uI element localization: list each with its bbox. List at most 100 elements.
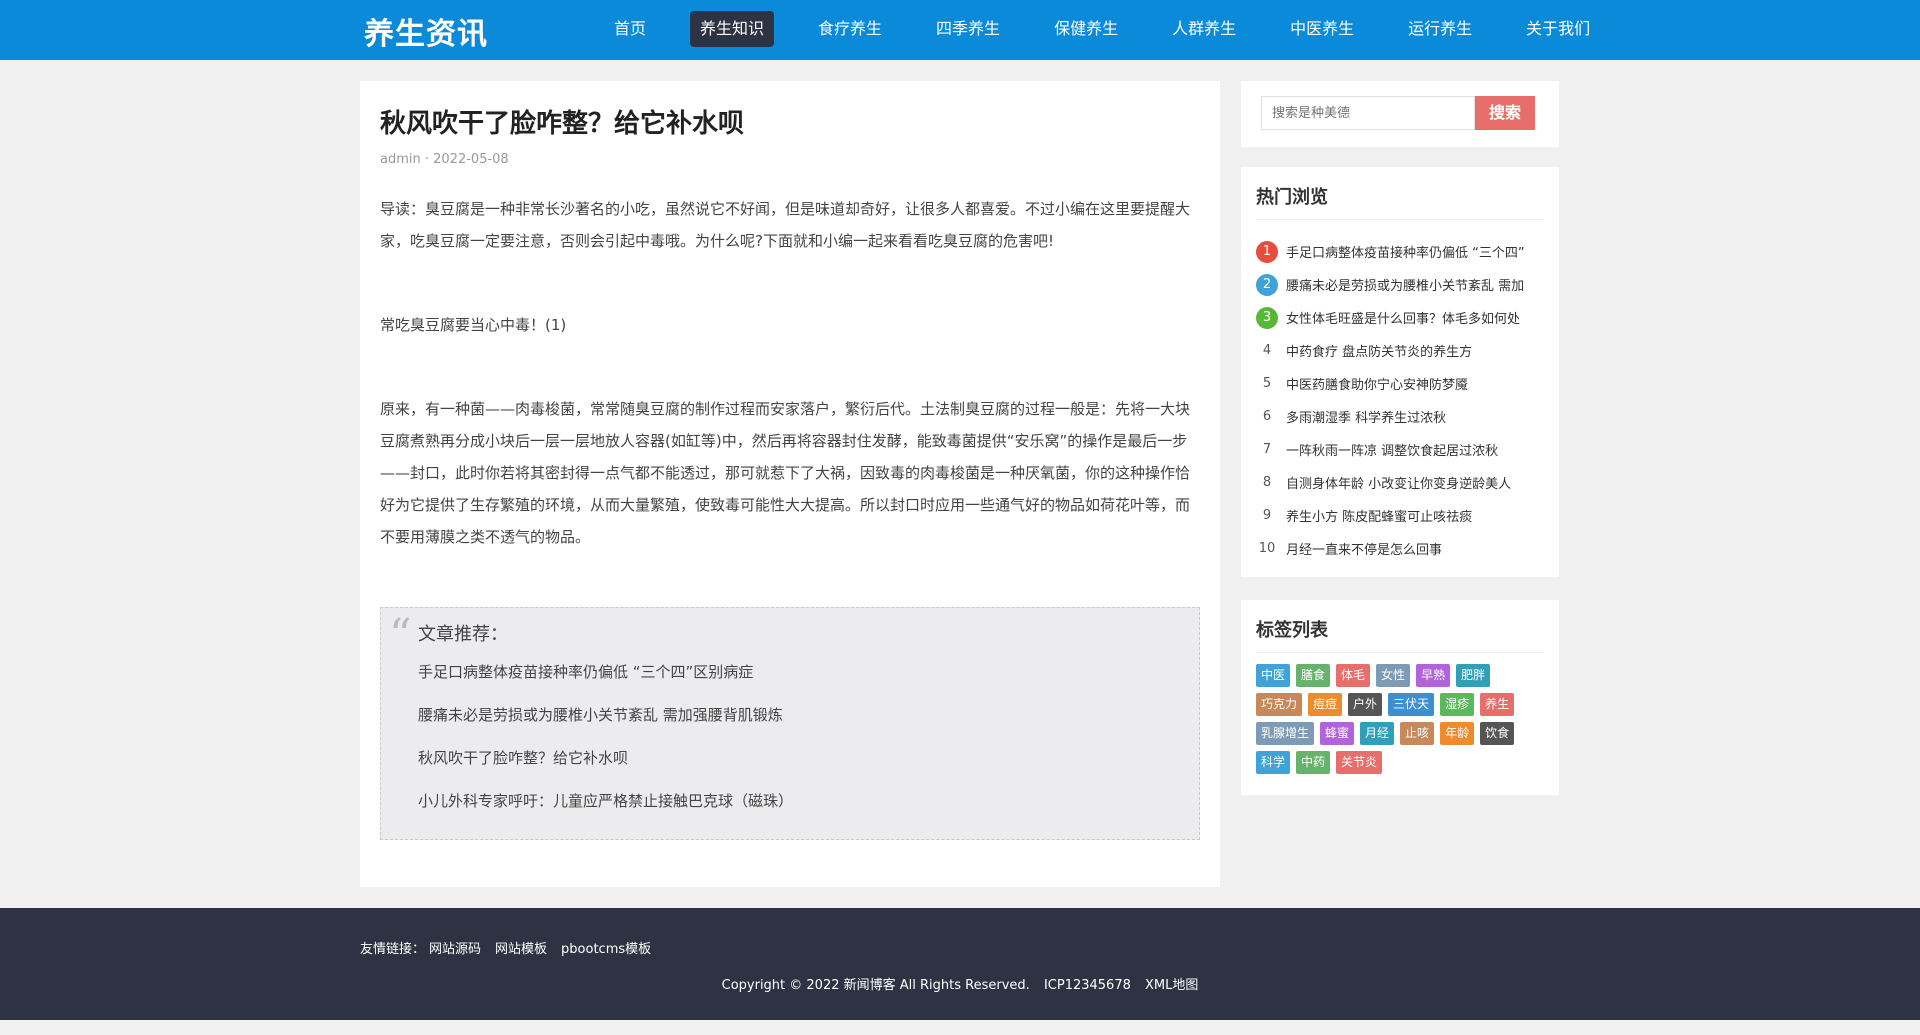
sitemap-link[interactable]: XML地图 [1145,978,1198,993]
hot-item[interactable]: 10 月经一直来不停是怎么回事 [1256,532,1544,565]
hot-item[interactable]: 4 中药食疗 盘点防关节炎的养生方 [1256,334,1544,367]
hot-item-title: 女性体毛旺盛是什么回事？体毛多如何处 [1286,312,1521,327]
article-paragraph: 常吃臭豆腐要当心中毒！(1) [380,316,567,334]
tag[interactable]: 巧克力 [1256,693,1303,716]
nav-item[interactable]: 四季养生 [926,11,1010,47]
tag[interactable]: 三伏天 [1388,693,1435,716]
tag[interactable]: 年龄 [1440,722,1475,745]
nav-item[interactable]: 养生知识 [690,11,775,47]
tag[interactable]: 乳腺增生 [1256,722,1315,745]
nav-item[interactable]: 中医养生 [1280,11,1364,47]
site-footer: 友情链接： 网站源码 网站模板 pbootcms模板 Copyright © 2… [0,908,1920,1020]
rank-badge: 5 [1262,375,1272,391]
article-paragraph: 原来，有一种菌——肉毒梭菌，常常随臭豆腐的制作过程而安家落户，繁衍后代。土法制臭… [380,400,1191,546]
hot-item[interactable]: 2 腰痛未必是劳损或为腰椎小关节紊乱 需加 [1256,268,1544,301]
friend-links: 友情链接： 网站源码 网站模板 pbootcms模板 [360,938,665,957]
tag[interactable]: 体毛 [1336,664,1371,687]
article-title: 秋风吹干了脸咋整？给它补水呗 [380,109,745,139]
article-date: 2022-05-08 [433,152,509,167]
tag[interactable]: 痘痘 [1308,693,1343,716]
hot-item[interactable]: 1 手足口病整体疫苗接种率仍偏低 “三个四” [1256,235,1544,268]
rank-badge: 7 [1262,441,1272,457]
friend-link[interactable]: 网站模板 [495,938,547,957]
hot-item[interactable]: 3 女性体毛旺盛是什么回事？体毛多如何处 [1256,301,1544,334]
article-paragraph: 导读：臭豆腐是一种非常长沙著名的小吃，虽然说它不好闻，但是味道却奇好，让很多人都… [380,200,1191,250]
friend-link[interactable]: pbootcms模板 [561,938,651,957]
article-body: 导读：臭豆腐是一种非常长沙著名的小吃，虽然说它不好闻，但是味道却奇好，让很多人都… [380,193,1200,553]
tag[interactable]: 科学 [1256,751,1291,774]
nav-item[interactable]: 关于我们 [1516,11,1600,47]
hot-item-title: 中药食疗 盘点防关节炎的养生方 [1286,345,1473,360]
hot-item-title: 手足口病整体疫苗接种率仍偏低 “三个四” [1286,246,1525,261]
tag[interactable]: 蜂蜜 [1320,722,1355,745]
tag[interactable]: 湿疹 [1440,693,1475,716]
rank-badge: 1 [1256,240,1278,263]
friend-links-label: 友情链接： [360,942,426,957]
meta-separator: · [424,152,430,167]
hot-item-title: 自测身体年龄 小改变让你变身逆龄美人 [1286,477,1512,492]
rank-badge: 4 [1262,342,1272,358]
hot-item-title: 月经一直来不停是怎么回事 [1286,543,1443,558]
rank-badge: 9 [1262,507,1272,523]
tag[interactable]: 止咳 [1400,722,1435,745]
article-panel: 秋风吹干了脸咋整？给它补水呗 admin · 2022-05-08 导读：臭豆腐… [360,81,1220,887]
hot-item[interactable]: 9 养生小方 陈皮配蜂蜜可止咳祛痰 [1256,499,1544,532]
hot-item-title: 腰痛未必是劳损或为腰椎小关节紊乱 需加 [1286,279,1525,294]
rank-badge: 3 [1256,306,1278,329]
hot-item[interactable]: 5 中医药膳食助你宁心安神防梦魇 [1256,367,1544,400]
tag[interactable]: 女性 [1376,664,1411,687]
rank-badge: 6 [1262,408,1272,424]
hot-item-title: 中医药膳食助你宁心安神防梦魇 [1286,378,1469,393]
hot-list: 1 手足口病整体疫苗接种率仍偏低 “三个四” 2 腰痛未必是劳损或为腰椎小关节紊乱 需… [1256,235,1544,565]
tag[interactable]: 户外 [1348,693,1383,716]
hot-item-title: 养生小方 陈皮配蜂蜜可止咳祛痰 [1286,510,1473,525]
site-header: 养生资讯 首页 养生知识 食疗养生 四季养生 保健养生 人群养生 中医养生 运行养生 关于我们 [0,0,1920,60]
site-logo[interactable]: 养生资讯 [364,9,488,53]
tag-list: 中医 膳食 体毛 女性 早熟 肥胖巧克力 痘痘 户外 三伏天 湿疹 养生乳腺增生 蜂蜜 月经 止咳 年龄 饮食… [1256,664,1546,780]
quote-icon: “ [389,610,412,661]
tag[interactable]: 膳食 [1296,664,1331,687]
hot-item-title: 多雨潮湿季 科学养生过浓秋 [1286,411,1447,426]
nav-item[interactable]: 运行养生 [1398,11,1482,47]
recommend-link[interactable]: 手足口病整体疫苗接种率仍偏低 “三个四”区别病症 [418,662,793,705]
search-button[interactable]: 搜索 [1475,96,1535,130]
rank-badge: 8 [1262,474,1272,490]
recommend-list: 手足口病整体疫苗接种率仍偏低 “三个四”区别病症 腰痛未必是劳损或为腰椎小关节紊… [418,662,793,834]
nav-item[interactable]: 人群养生 [1162,11,1246,47]
tag[interactable]: 早熟 [1416,664,1451,687]
hot-item[interactable]: 7 一阵秋雨一阵凉 调整饮食起居过浓秋 [1256,433,1544,466]
tag[interactable]: 饮食 [1480,722,1515,745]
nav-item[interactable]: 首页 [604,11,656,47]
recommend-link[interactable]: 小儿外科专家呼吁：儿童应严格禁止接触巴克球（磁珠） [418,791,793,834]
recommend-box: “ 文章推荐： 手足口病整体疫苗接种率仍偏低 “三个四”区别病症 腰痛未必是劳损… [380,607,1200,840]
nav-item[interactable]: 食疗养生 [808,11,892,47]
search-input[interactable] [1261,96,1475,130]
main-nav: 首页 养生知识 食疗养生 四季养生 保健养生 人群养生 中医养生 运行养生 关于我们 [604,11,1634,47]
tag-panel: 标签列表 中医 膳食 体毛 女性 早熟 肥胖巧克力 痘痘 户外 三伏天 湿疹 养生乳腺增生 蜂蜜 月经止… [1241,600,1559,795]
rank-badge: 2 [1256,273,1278,296]
hot-item[interactable]: 6 多雨潮湿季 科学养生过浓秋 [1256,400,1544,433]
recommend-link[interactable]: 秋风吹干了脸咋整？给它补水呗 [418,748,793,791]
nav-item[interactable]: 保健养生 [1044,11,1128,47]
recommend-heading: 文章推荐： [418,624,508,645]
friend-link[interactable]: 网站源码 [429,938,481,957]
hot-item-title: 一阵秋雨一阵凉 调整饮食起居过浓秋 [1286,444,1499,459]
tag[interactable]: 中药 [1296,751,1331,774]
icp-link[interactable]: ICP12345678 [1044,978,1131,993]
tag[interactable]: 月经 [1360,722,1395,745]
copyright-text: Copyright © 2022 新闻博客 All Rights Reserve… [721,978,1030,993]
tag[interactable]: 肥胖 [1456,664,1491,687]
hot-title: 热门浏览 [1256,183,1544,220]
tag[interactable]: 关节炎 [1336,751,1383,774]
hot-item[interactable]: 8 自测身体年龄 小改变让你变身逆龄美人 [1256,466,1544,499]
search-panel: 搜索 [1241,81,1559,147]
tag[interactable]: 养生 [1480,693,1515,716]
tag[interactable]: 中医 [1256,664,1291,687]
hot-panel: 热门浏览 1 手足口病整体疫苗接种率仍偏低 “三个四” 2 腰痛未必是劳损或为腰椎小关… [1241,167,1559,577]
article-meta: admin · 2022-05-08 [380,152,509,167]
recommend-link[interactable]: 腰痛未必是劳损或为腰椎小关节紊乱 需加强腰背肌锻炼 [418,705,793,748]
tag-title: 标签列表 [1256,616,1544,653]
article-author: admin [380,152,421,167]
copyright: Copyright © 2022 新闻博客 All Rights Reserve… [0,974,1920,993]
rank-badge: 10 [1258,540,1276,556]
